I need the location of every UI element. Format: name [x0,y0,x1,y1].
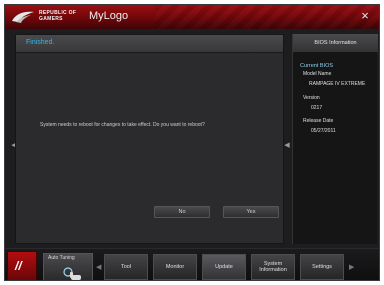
bottom-toolbar: // Auto Tuning ◀ Tool Monitor Update Sys… [5,248,379,280]
rog-icon: // [15,259,22,273]
toolbar-left-arrow-icon[interactable]: ◀ [96,263,101,271]
reboot-message: System needs to reboot for changes to ta… [40,122,205,128]
release-date-value: 05/27/2011 [311,128,336,134]
model-name-value: RAMPAGE IV EXTREME [309,81,366,87]
no-button[interactable]: No [154,206,210,218]
tab-system-information[interactable]: System Information [251,254,295,280]
rog-menu-button[interactable]: // [7,251,37,280]
yes-button[interactable]: Yes [223,206,279,218]
status-text: Finished. [26,39,55,46]
model-name-label: Model Name [303,71,332,77]
tab-settings[interactable]: Settings [300,254,344,280]
brand-text: REPUBLIC OF GAMERS [39,10,77,22]
toolbar-right-arrow-icon[interactable]: ▶ [349,263,354,271]
auto-tuning-button[interactable]: Auto Tuning [43,253,93,280]
tab-tool[interactable]: Tool [104,254,148,280]
auto-tuning-label: Auto Tuning [48,255,75,261]
app-title: MyLogo [89,10,129,22]
version-label: Version [303,95,320,101]
title-bar: REPUBLIC OF GAMERS MyLogo × [5,5,379,29]
rog-logo-icon [12,11,34,23]
bios-info-header: BIOS Information [293,34,378,52]
version-value: 0217 [311,105,323,111]
tab-monitor[interactable]: Monitor [153,254,197,280]
app-window: REPUBLIC OF GAMERS MyLogo × ◀ Finished. … [4,4,380,281]
release-date-label: Release Date [303,118,334,124]
close-button[interactable]: × [357,8,373,24]
nav-right-arrow-icon[interactable]: ◀ [284,140,290,152]
current-bios-label: Current BIOS [300,63,334,69]
hand-pointer-icon [63,267,81,280]
tab-update[interactable]: Update [202,254,246,280]
bios-info-panel: BIOS Information Current BIOS Model Name… [292,34,378,244]
status-bar: Finished. [16,35,283,53]
